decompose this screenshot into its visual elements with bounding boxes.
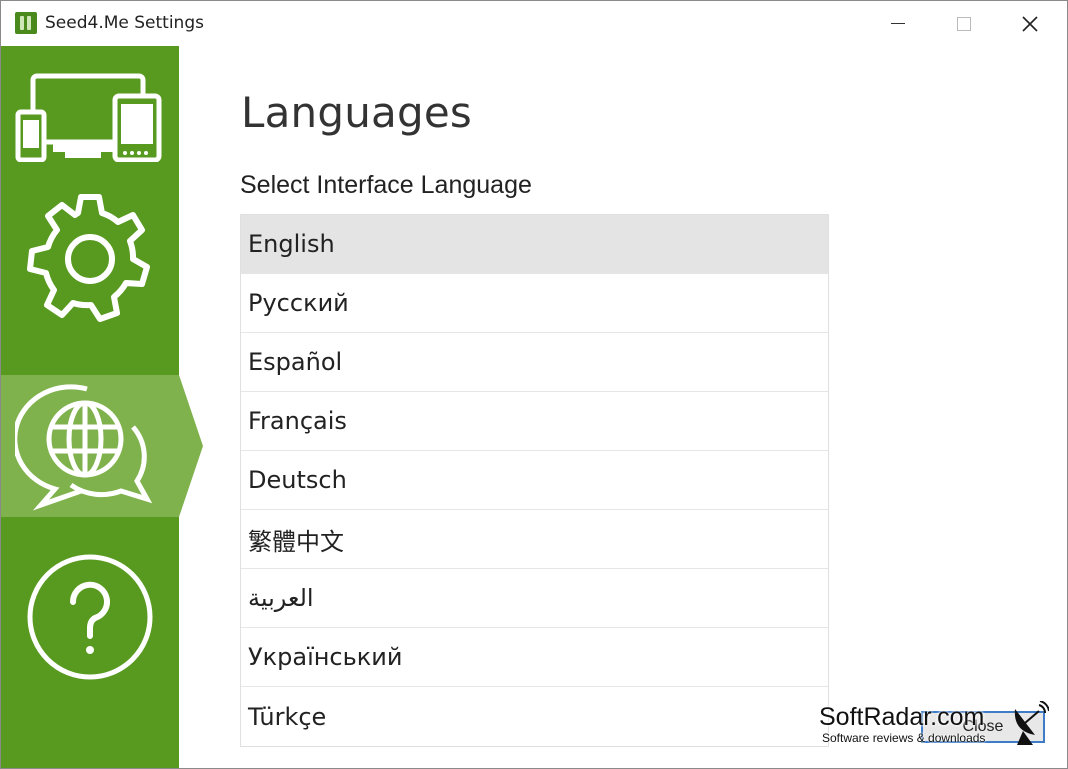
sidebar-item-devices[interactable] bbox=[1, 46, 179, 188]
globe-chat-icon bbox=[15, 384, 153, 511]
sidebar bbox=[1, 46, 179, 768]
language-item-turkish[interactable]: Türkçe bbox=[241, 687, 828, 746]
devices-icon bbox=[15, 73, 162, 162]
maximize-button[interactable] bbox=[931, 1, 997, 46]
title-bar: Seed4.Me Settings bbox=[1, 1, 1067, 46]
language-item-arabic[interactable]: العربية bbox=[241, 569, 828, 628]
minimize-icon bbox=[891, 23, 905, 24]
language-item-french[interactable]: Français bbox=[241, 392, 828, 451]
language-item-ukrainian[interactable]: Український bbox=[241, 628, 828, 687]
close-icon bbox=[1022, 15, 1038, 32]
minimize-button[interactable] bbox=[865, 1, 931, 46]
window-title: Seed4.Me Settings bbox=[45, 13, 204, 33]
page-title: Languages bbox=[241, 88, 472, 137]
section-label: Select Interface Language bbox=[240, 171, 532, 199]
watermark: SoftRadar.com Software reviews & downloa… bbox=[813, 701, 1049, 747]
app-logo-icon bbox=[15, 12, 37, 34]
watermark-subtitle: Software reviews & downloads bbox=[822, 731, 986, 745]
sidebar-item-languages[interactable] bbox=[1, 375, 179, 517]
close-window-button[interactable] bbox=[997, 1, 1063, 46]
settings-window: Seed4.Me Settings Languages Select Inter… bbox=[0, 0, 1068, 769]
sidebar-item-help[interactable] bbox=[1, 546, 179, 688]
language-item-german[interactable]: Deutsch bbox=[241, 451, 828, 510]
language-item-chinese-traditional[interactable]: 繁體中文 bbox=[241, 510, 828, 569]
sidebar-item-settings[interactable] bbox=[1, 188, 179, 330]
main-panel: Languages Select Interface Language Engl… bbox=[179, 46, 1067, 768]
gear-icon bbox=[27, 194, 150, 322]
language-item-russian[interactable]: Русский bbox=[241, 274, 828, 333]
watermark-title: SoftRadar.com bbox=[819, 703, 985, 731]
language-list: English Русский Español Français Deutsch… bbox=[240, 214, 829, 747]
maximize-icon bbox=[957, 16, 971, 31]
language-item-english[interactable]: English bbox=[241, 215, 828, 274]
language-item-spanish[interactable]: Español bbox=[241, 333, 828, 392]
help-icon bbox=[27, 554, 153, 680]
satellite-dish-icon bbox=[1014, 701, 1049, 745]
